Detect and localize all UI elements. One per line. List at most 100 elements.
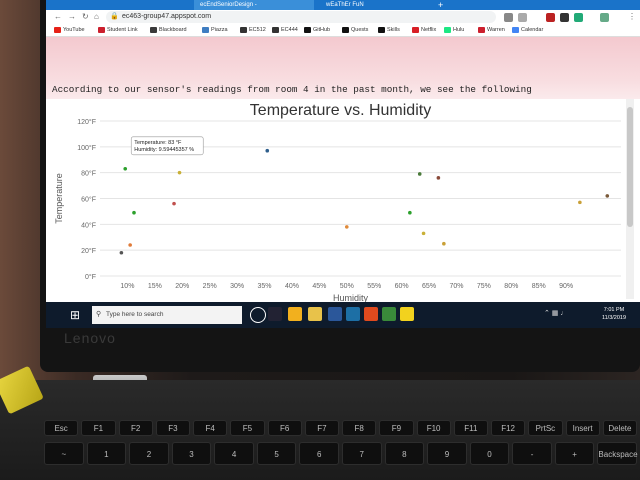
forward-arrow-icon[interactable]: → (68, 10, 76, 24)
bookmark-calendar[interactable]: Calendar (512, 24, 543, 36)
key[interactable]: 1 (86, 442, 127, 465)
scatter-point[interactable] (605, 194, 610, 198)
scatter-point[interactable] (123, 166, 128, 171)
app-icon[interactable] (382, 307, 396, 321)
key[interactable]: ~ (44, 442, 84, 465)
key[interactable]: F2 (118, 420, 153, 436)
key[interactable]: F1 (81, 420, 116, 436)
key[interactable]: Esc (44, 420, 79, 436)
bookmark-youtube[interactable]: YouTube (54, 24, 85, 36)
profile-avatar-icon[interactable] (600, 13, 609, 22)
scatter-point[interactable] (417, 172, 422, 176)
key[interactable]: - (512, 442, 552, 465)
taskbar-clock[interactable]: 7:01 PM 11/3/2019 (594, 306, 634, 322)
photo-scene: Lenovo ecEndSeniorDesign - wEaThEr FuN +… (0, 0, 640, 480)
key[interactable]: F10 (416, 420, 451, 436)
scatter-point[interactable] (421, 231, 426, 236)
x-tick-label: 50% (340, 283, 354, 290)
app-icon[interactable] (346, 307, 360, 321)
bookmark-label: Warren (487, 27, 505, 33)
bookmark-label: YouTube (63, 27, 85, 33)
bookmark-hulu[interactable]: Hulu (444, 24, 464, 36)
word-icon[interactable] (328, 307, 342, 321)
scatter-point[interactable] (172, 201, 176, 206)
scatter-point[interactable] (177, 170, 182, 175)
url-input[interactable]: ec463-group47.appspot.com (106, 11, 496, 23)
x-tick-label: 35% (258, 283, 272, 290)
file-explorer-icon[interactable] (308, 307, 322, 321)
extension-icon[interactable] (504, 13, 513, 22)
scatter-point[interactable] (578, 200, 582, 205)
scatter-point[interactable] (408, 210, 412, 215)
key[interactable]: F5 (230, 420, 265, 436)
bookmark-blackboard[interactable]: Blackboard (150, 24, 187, 36)
scatter-point[interactable] (265, 148, 270, 153)
key[interactable]: F11 (453, 420, 488, 436)
x-tick-label: 75% (477, 283, 491, 290)
scatter-point[interactable] (436, 176, 441, 180)
key[interactable]: 7 (342, 442, 382, 465)
key[interactable]: F12 (491, 420, 526, 436)
key[interactable]: 0 (469, 442, 510, 465)
extension-icon[interactable] (546, 13, 555, 22)
lock-icon: 🔒 (110, 13, 119, 20)
bookmark-ec512[interactable]: EC512 (240, 24, 266, 36)
key[interactable]: Backspace (597, 442, 638, 465)
bookmark-student-link[interactable]: Student Link (98, 24, 138, 36)
extension-icon[interactable] (574, 13, 583, 22)
key[interactable]: Insert (565, 420, 600, 436)
sticky-notes-icon[interactable] (400, 307, 414, 321)
key[interactable]: F4 (193, 420, 228, 436)
scatter-point[interactable] (344, 225, 349, 229)
bookmark-github[interactable]: GitHub (304, 24, 330, 36)
key[interactable]: + (554, 442, 595, 465)
y-tick-label: 100°F (77, 144, 96, 152)
bookmark-quests[interactable]: Quests (342, 24, 368, 36)
cortana-icon[interactable] (250, 307, 266, 323)
key[interactable]: 5 (256, 442, 297, 465)
chrome-icon[interactable] (288, 307, 302, 321)
windows-start-icon[interactable]: ⊞ (70, 306, 80, 324)
taskbar-search-input[interactable]: Type here to search (92, 306, 242, 324)
sublime-icon[interactable] (364, 307, 378, 321)
bookmark-warren[interactable]: Warren (478, 24, 505, 36)
key[interactable]: 2 (129, 442, 169, 465)
key[interactable]: 8 (384, 442, 425, 465)
key[interactable]: 3 (171, 442, 212, 465)
bookmark-label: Calendar (521, 27, 544, 33)
key[interactable]: 6 (299, 442, 339, 465)
scatter-point[interactable] (442, 241, 446, 246)
scatter-point[interactable] (132, 210, 136, 215)
bookmark-skills[interactable]: Skills (378, 24, 400, 36)
laptop-screen: ecEndSeniorDesign - wEaThEr FuN + ← → ↻ … (46, 0, 640, 328)
x-tick-label: 40% (285, 283, 299, 290)
key[interactable]: 4 (214, 442, 254, 465)
scrollbar-thumb[interactable] (627, 107, 633, 227)
bookmark-netflix[interactable]: Netflix (412, 24, 436, 36)
bookmark-ec444[interactable]: EC444 (272, 24, 298, 36)
key[interactable]: F9 (379, 420, 414, 436)
scatter-point[interactable] (128, 243, 132, 247)
bookmark-piazza[interactable]: Piazza (202, 24, 228, 36)
key[interactable]: F7 (304, 420, 339, 436)
browser-tab-weather[interactable]: wEaThEr FuN (320, 0, 432, 10)
new-tab-button[interactable]: + (438, 0, 443, 10)
key[interactable]: F3 (155, 420, 190, 436)
menu-kebab-icon[interactable]: ⋮ (628, 10, 636, 24)
reload-icon[interactable]: ↻ (82, 10, 89, 24)
key[interactable]: F8 (342, 420, 377, 436)
bookmark-favicon-icon (150, 26, 157, 33)
task-view-icon[interactable] (268, 307, 282, 321)
key[interactable]: F6 (267, 420, 302, 436)
browser-tab-active[interactable]: ecEndSeniorDesign - (194, 0, 314, 10)
key[interactable]: Delete (602, 420, 637, 436)
star-icon[interactable] (518, 13, 527, 22)
back-arrow-icon[interactable]: ← (54, 10, 62, 24)
key[interactable]: 9 (427, 442, 467, 465)
extension-icon[interactable] (560, 13, 569, 22)
key[interactable]: PrtSc (528, 420, 563, 436)
home-icon[interactable]: ⌂ (94, 10, 99, 24)
y-tick-label: 80°F (81, 170, 96, 178)
system-tray-icons[interactable]: ⌃ ▦ ♩ (544, 309, 567, 317)
scatter-point[interactable] (119, 250, 124, 255)
